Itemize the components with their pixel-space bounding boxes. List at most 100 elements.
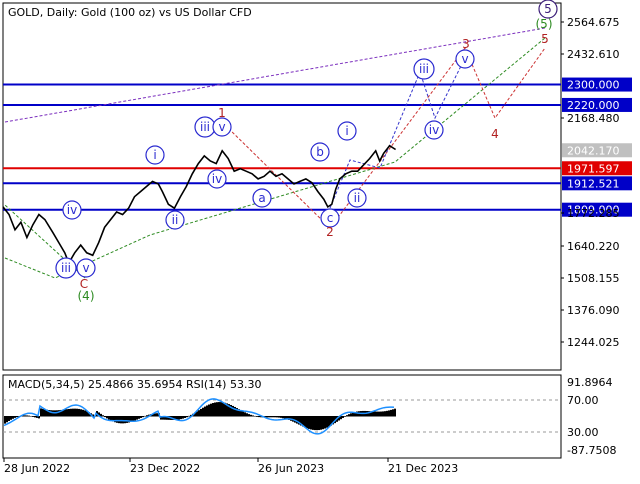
macd-bar <box>14 416 16 418</box>
macd-bar <box>138 416 140 419</box>
macd-bar <box>126 416 128 423</box>
macd-bar <box>324 416 326 429</box>
macd-bar <box>144 415 146 417</box>
current-price-label: 2042.170 <box>567 144 620 157</box>
macd-bar <box>386 410 388 417</box>
macd-bar <box>268 416 270 418</box>
macd-bar <box>270 416 272 418</box>
macd-bar <box>342 416 344 418</box>
level-price-label: 2300.000 <box>567 79 620 92</box>
wave-label: 3 <box>462 37 470 51</box>
macd-bar <box>184 416 186 418</box>
macd-bar <box>142 416 144 418</box>
wave-label: b <box>316 145 324 159</box>
macd-bar <box>106 416 108 419</box>
macd-bar <box>124 416 126 424</box>
wave-label: iv <box>212 172 222 186</box>
macd-bar <box>6 416 8 423</box>
macd-bar <box>120 416 122 424</box>
y-tick-label: 2168.480 <box>567 112 620 125</box>
macd-bar <box>78 408 80 417</box>
macd-bar <box>132 416 134 422</box>
macd-bar <box>64 409 66 417</box>
macd-bar <box>272 416 274 418</box>
macd-bar <box>210 403 212 417</box>
macd-bar <box>246 413 248 417</box>
macd-bar <box>82 409 84 417</box>
macd-bar <box>306 416 308 429</box>
price-chart: 2300.0002220.0001971.5971912.5211809.000… <box>0 0 640 480</box>
macd-bar <box>72 408 74 417</box>
macd-bar <box>280 416 282 418</box>
chart-title: GOLD, Daily: Gold (100 oz) vs US Dollar … <box>8 6 252 19</box>
macd-bar <box>256 416 258 417</box>
macd-bar <box>378 411 380 417</box>
macd-bar <box>314 416 316 431</box>
y-tick-label: 1376.090 <box>567 304 620 317</box>
indicator-y-tick-label: 70.00 <box>567 394 599 407</box>
macd-bar <box>50 410 52 417</box>
wave-label: a <box>258 191 265 205</box>
macd-bar <box>376 411 378 417</box>
macd-bar <box>202 407 204 417</box>
macd-bar <box>380 411 382 417</box>
level-price-label: 2220.000 <box>567 99 620 112</box>
macd-bar <box>274 416 276 418</box>
wave-label: v <box>218 120 225 134</box>
indicator-y-tick-label: -87.7508 <box>567 444 616 457</box>
wave-label: 2 <box>326 225 334 239</box>
macd-bar <box>212 403 214 417</box>
wave-label: 5 <box>541 32 549 46</box>
level-price-label: 1971.597 <box>567 162 620 175</box>
y-tick-label: 2432.610 <box>567 48 620 61</box>
macd-bar <box>118 416 120 424</box>
wave-label: iii <box>61 261 71 275</box>
macd-bar <box>278 416 280 418</box>
macd-bar <box>326 416 328 428</box>
macd-bar <box>74 408 76 417</box>
macd-bar <box>250 414 252 417</box>
indicator-y-tick-label: 30.00 <box>567 426 599 439</box>
wave-label: iii <box>200 120 210 134</box>
wave-label: i <box>345 124 348 138</box>
macd-bar <box>206 405 208 417</box>
macd-bar <box>388 410 390 417</box>
macd-bar <box>322 416 324 430</box>
macd-bar <box>40 408 42 417</box>
macd-bar <box>12 416 14 419</box>
macd-bar <box>84 410 86 417</box>
macd-bar <box>68 408 70 417</box>
macd-bar <box>218 402 220 417</box>
macd-bar <box>350 413 352 417</box>
macd-bar <box>382 411 384 417</box>
macd-bar <box>134 416 136 421</box>
wave-label: iv <box>429 123 439 137</box>
x-tick-label: 26 Jun 2023 <box>258 462 324 475</box>
macd-bar <box>8 416 10 421</box>
macd-bar <box>252 415 254 417</box>
macd-bar <box>222 402 224 417</box>
macd-bar <box>348 414 350 417</box>
y-tick-label: 1244.025 <box>567 336 620 349</box>
macd-bar <box>258 416 260 418</box>
macd-bar <box>254 415 256 417</box>
macd-bar <box>108 416 110 420</box>
wave-label: 1 <box>218 106 226 120</box>
wave-label: iv <box>67 203 77 217</box>
macd-bar <box>122 416 124 424</box>
macd-bar <box>178 416 180 420</box>
indicator-y-tick-label: 91.8964 <box>567 376 613 389</box>
macd-bar <box>282 416 284 419</box>
macd-bar <box>310 416 312 430</box>
indicator-title: MACD(5,34,5) 25.4866 35.6954 RSI(14) 53.… <box>8 378 261 391</box>
macd-bar <box>182 416 184 419</box>
y-tick-label: 2564.675 <box>567 16 620 29</box>
macd-bar <box>216 402 218 417</box>
macd-bar <box>188 415 190 417</box>
macd-bar <box>76 408 78 417</box>
macd-bar <box>208 404 210 417</box>
macd-bar <box>140 416 142 418</box>
y-tick-label: 1640.220 <box>567 240 620 253</box>
macd-bar <box>116 416 118 423</box>
macd-bar <box>24 415 26 417</box>
